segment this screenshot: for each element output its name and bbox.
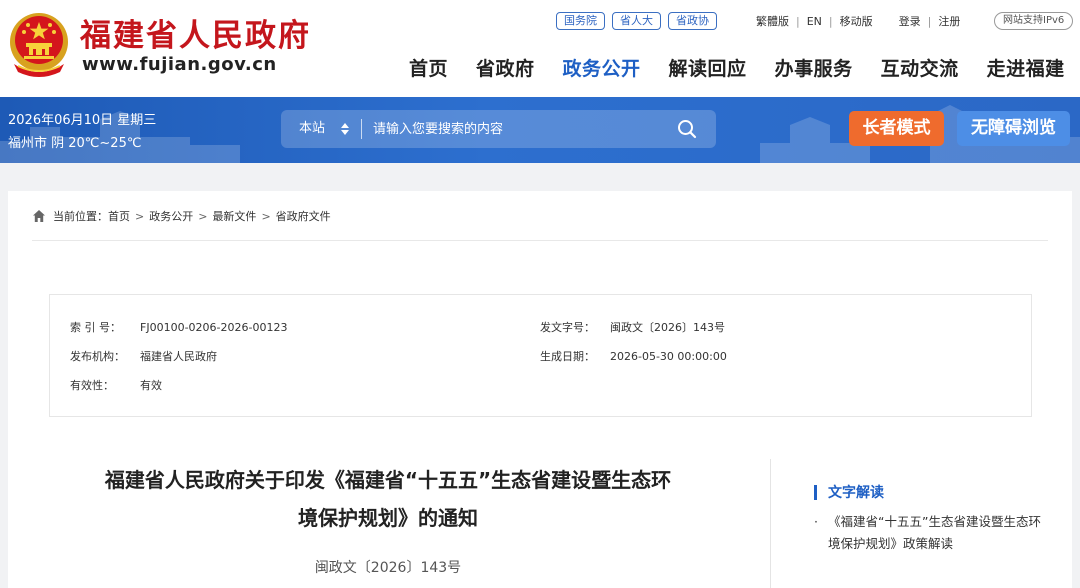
- search-input[interactable]: [373, 114, 663, 144]
- document-title: 福建省人民政府关于印发《福建省“十五五”生态省建设暨生态环 境保护规划》的通知: [48, 461, 728, 537]
- separator: |: [796, 14, 800, 28]
- bullet: ·: [814, 514, 818, 529]
- nav-interpretation[interactable]: 解读回应: [669, 54, 747, 81]
- nav-about-fujian[interactable]: 走进福建: [987, 54, 1065, 81]
- breadcrumb-separator: >: [198, 209, 208, 223]
- document-number: 闽政文〔2026〕143号: [314, 560, 462, 576]
- traditional-chinese-link[interactable]: 繁體版: [756, 13, 789, 29]
- meta-value: FJ00100-0206-2026-00123: [140, 321, 288, 334]
- meta-validity: 有效性： 有效: [70, 377, 162, 393]
- link-state-council[interactable]: 国务院: [556, 12, 605, 30]
- nav-provincial-government[interactable]: 省政府: [476, 54, 535, 81]
- nav-home[interactable]: 首页: [409, 54, 448, 81]
- elder-mode-button[interactable]: 长者模式: [849, 111, 944, 146]
- site-header: 福建省人民政府 www.fujian.gov.cn 国务院 省人大 省政协 繁體…: [0, 0, 1080, 97]
- updown-arrow-icon[interactable]: [341, 121, 349, 137]
- meta-value: 福建省人民政府: [140, 350, 217, 363]
- meta-issuer: 发布机构： 福建省人民政府: [70, 348, 217, 364]
- divider: [361, 119, 362, 139]
- separator: |: [828, 14, 833, 28]
- english-link[interactable]: EN: [807, 15, 822, 28]
- search-scope-select[interactable]: 本站: [299, 110, 325, 148]
- sidebar-heading: 文字解读: [814, 482, 884, 502]
- meta-label: 生成日期：: [540, 350, 595, 363]
- site-title[interactable]: 福建省人民政府: [80, 10, 311, 55]
- content-panel: 当前位置： 首页 > 政务公开 > 最新文件 > 省政府文件 索 引 号： FJ0…: [8, 191, 1072, 588]
- link-provincial-cppcc[interactable]: 省政协: [668, 12, 717, 30]
- info-search-bar: 2026年06月10日 星期三 福州市 阴 20℃~25℃ 本站 长者模式 无障…: [0, 97, 1080, 163]
- accessible-browse-button[interactable]: 无障碍浏览: [957, 111, 1070, 146]
- site-url[interactable]: www.fujian.gov.cn: [82, 54, 277, 75]
- breadcrumb-latest-files[interactable]: 最新文件: [212, 208, 256, 224]
- divider: [32, 240, 1048, 241]
- breadcrumb-home[interactable]: 首页: [108, 208, 130, 224]
- meta-label: 发布机构：: [70, 350, 125, 363]
- nav-government-affairs[interactable]: 政务公开: [563, 54, 641, 81]
- search-icon[interactable]: [677, 119, 697, 139]
- related-sites: 国务院 省人大 省政协: [556, 12, 717, 30]
- meta-label: 有效性：: [70, 379, 114, 392]
- breadcrumb-government-files[interactable]: 省政府文件: [276, 208, 331, 224]
- heading-accent-bar: [814, 484, 817, 500]
- weather-info: 福州市 阴 20℃~25℃: [8, 136, 142, 151]
- interpretation-link-text[interactable]: 《福建省“十五五”生态省建设暨生态环境保护规划》政策解读: [814, 511, 1044, 555]
- breadcrumb-prefix: 当前位置：: [53, 210, 108, 223]
- meta-index: 索 引 号： FJ00100-0206-2026-00123: [70, 319, 287, 335]
- home-icon: [33, 210, 45, 222]
- search-box: 本站: [281, 110, 716, 148]
- meta-value: 2026-05-30 00:00:00: [610, 350, 727, 363]
- interpretation-link[interactable]: · 《福建省“十五五”生态省建设暨生态环境保护规划》政策解读: [814, 511, 1044, 555]
- separator: |: [927, 14, 932, 28]
- meta-date: 生成日期： 2026-05-30 00:00:00: [540, 348, 727, 364]
- mobile-link[interactable]: 移动版: [840, 13, 873, 29]
- nav-interaction[interactable]: 互动交流: [881, 54, 959, 81]
- sidebar-heading-text: 文字解读: [828, 485, 884, 501]
- nav-services[interactable]: 办事服务: [775, 54, 853, 81]
- link-provincial-congress[interactable]: 省人大: [612, 12, 661, 30]
- document-title-line: 境保护规划》的通知: [298, 506, 478, 530]
- ipv6-badge: 网站支持IPv6: [994, 12, 1074, 30]
- meta-value: 有效: [140, 379, 162, 392]
- meta-label: 索 引 号：: [70, 321, 121, 334]
- national-emblem-icon[interactable]: [8, 10, 70, 78]
- divider: [770, 459, 771, 588]
- login-link[interactable]: 登录: [899, 13, 921, 29]
- meta-doc-number: 发文字号： 闽政文〔2026〕143号: [540, 319, 725, 335]
- breadcrumb-separator: >: [135, 209, 145, 223]
- document-title-line: 福建省人民政府关于印发《福建省“十五五”生态省建设暨生态环: [104, 468, 672, 492]
- breadcrumb-separator: >: [261, 209, 271, 223]
- register-link[interactable]: 注册: [938, 13, 960, 29]
- main-nav: 首页 省政府 政务公开 解读回应 办事服务 互动交流 走进福建: [409, 54, 1065, 81]
- meta-label: 发文字号：: [540, 321, 595, 334]
- document-meta-box: 索 引 号： FJ00100-0206-2026-00123 发文字号： 闽政文〔2…: [49, 294, 1032, 417]
- utility-links: 繁體版 | EN | 移动版 登录 | 注册: [756, 13, 960, 29]
- meta-value: 闽政文〔2026〕143号: [610, 321, 725, 334]
- breadcrumb: 当前位置： 首页 > 政务公开 > 最新文件 > 省政府文件: [32, 208, 331, 224]
- current-date: 2026年06月10日 星期三: [8, 113, 157, 128]
- breadcrumb-government-affairs[interactable]: 政务公开: [149, 208, 193, 224]
